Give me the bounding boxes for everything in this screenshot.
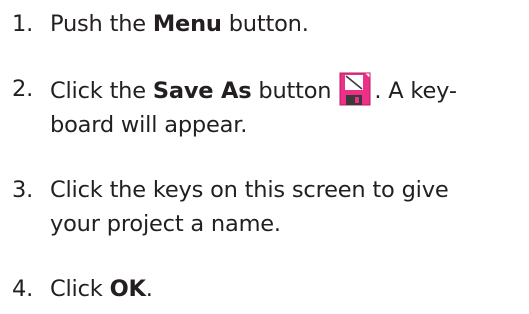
step-number: 4. xyxy=(12,276,34,302)
ok-label: OK xyxy=(109,276,146,302)
step-text-line2: board will appear. xyxy=(50,112,248,138)
save-as-floppy-icon xyxy=(339,72,371,106)
step-text-after: button. xyxy=(221,11,309,37)
step-number: 3. xyxy=(12,177,34,203)
step-4: 4. Click OK. xyxy=(12,272,522,306)
step-number: 1. xyxy=(12,11,34,37)
step-2: 2. Click the Save As button . A key-boar… xyxy=(12,72,522,142)
step-text: Click OK. xyxy=(50,272,522,306)
step-text-before: Click xyxy=(50,276,110,302)
step-text-before: Push the xyxy=(50,11,153,37)
step-text: Click the keys on this screen to give you… xyxy=(50,173,522,241)
step-text-line2: your project a name. xyxy=(50,211,281,237)
step-text-after: . xyxy=(145,276,153,302)
step-text: Click the Save As button . A key-board w… xyxy=(50,72,522,142)
save-as-label: Save As xyxy=(152,78,252,104)
step-text: Push the Menu button. xyxy=(50,7,522,41)
instruction-list: 1. Push the Menu button. 2. Click the Sa… xyxy=(12,7,522,306)
step-text-after: . A key- xyxy=(374,78,457,104)
step-text-line1: Click the keys on this screen to give xyxy=(50,177,449,203)
menu-label: Menu xyxy=(152,11,222,37)
step-text-middle: button xyxy=(251,78,332,104)
step-number: 2. xyxy=(12,76,34,102)
step-3: 3. Click the keys on this screen to give… xyxy=(12,173,522,241)
step-1: 1. Push the Menu button. xyxy=(12,7,522,41)
step-text-before: Click the xyxy=(50,78,153,104)
